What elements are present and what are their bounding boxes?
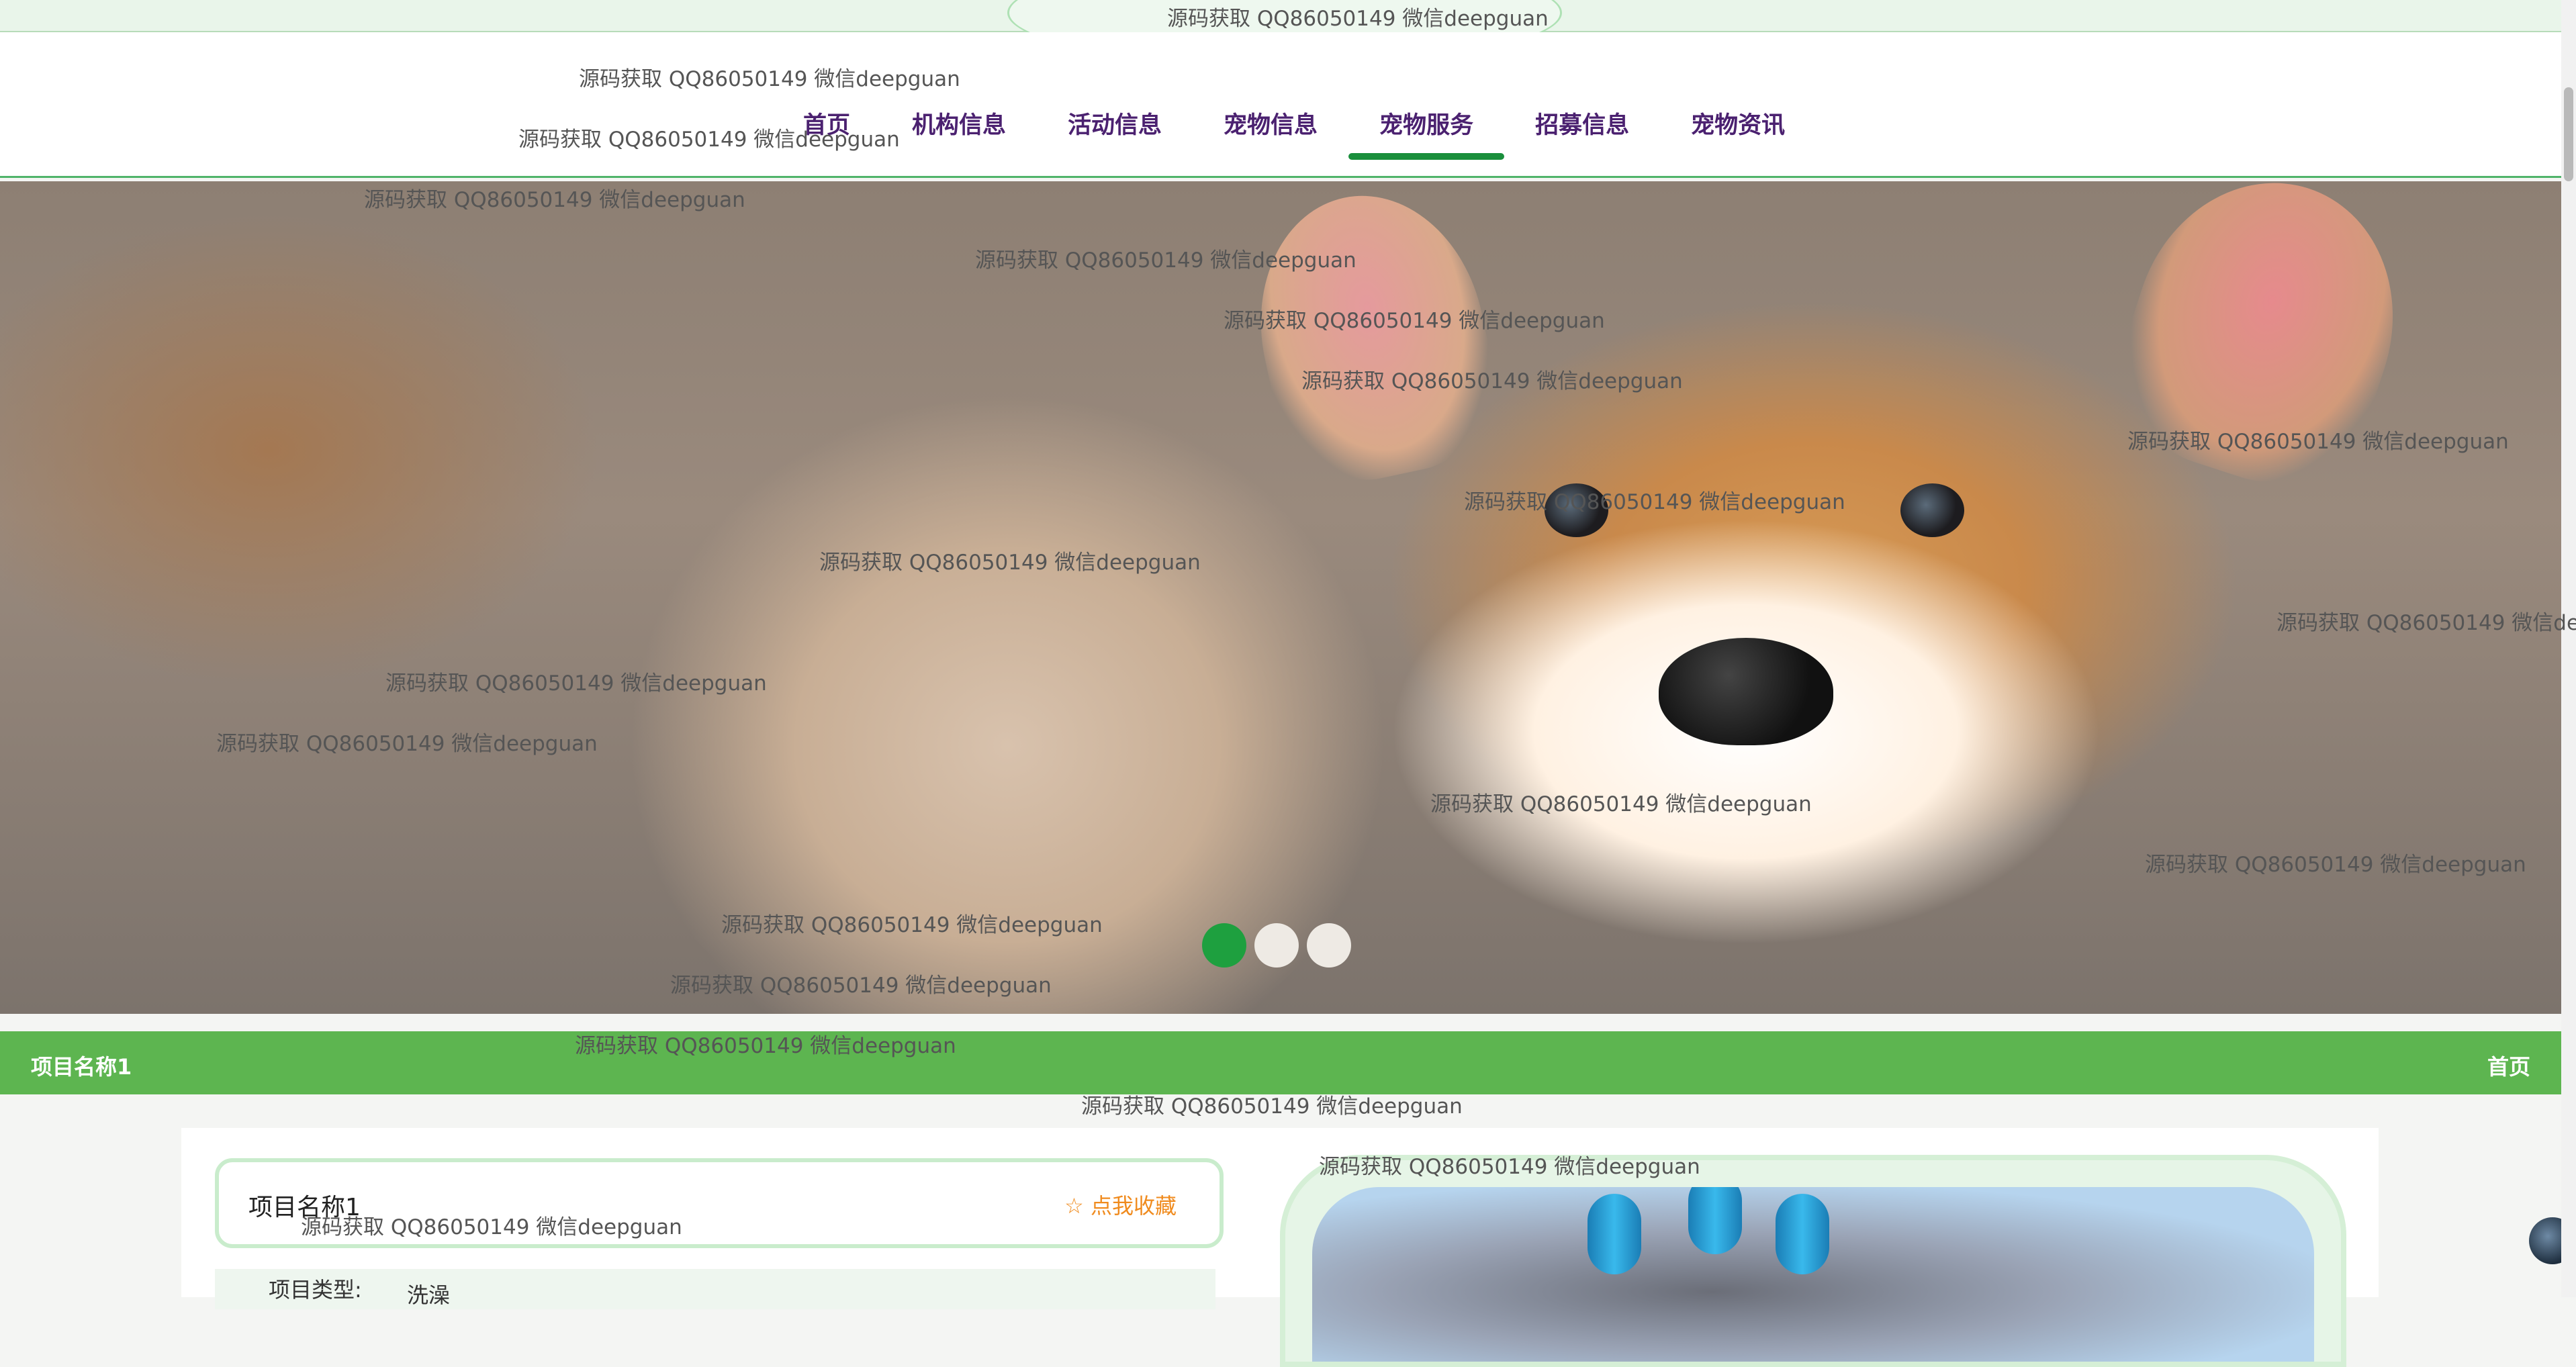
breadcrumb-home-link[interactable]: 首页 xyxy=(2487,1050,2530,1081)
watermark: 源码获取 QQ86050149 微信deepguan xyxy=(518,128,900,152)
detail-image-frame xyxy=(1280,1155,2346,1367)
nav-item-pet-services[interactable]: 宠物服务 xyxy=(1348,106,1505,160)
field-label-type: 项目类型: xyxy=(269,1277,362,1303)
watermark: 源码获取 QQ86050149 微信deepguan xyxy=(579,67,960,91)
watermark: 源码获取 QQ86050149 微信deepguan xyxy=(301,1215,682,1239)
watermark: 源码获取 QQ86050149 微信deepguan xyxy=(2145,853,2526,877)
scrollbar-thumb[interactable] xyxy=(2564,87,2573,181)
favorite-button[interactable]: ☆ 点我收藏 xyxy=(1064,1189,1177,1220)
page-scrollbar[interactable] xyxy=(2561,0,2576,1297)
image-curler xyxy=(1588,1194,1641,1274)
watermark: 源码获取 QQ86050149 微信deepguan xyxy=(721,913,1103,937)
watermark: 源码获取 QQ86050149 微信deepguan xyxy=(1167,7,1549,31)
watermark: 源码获取 QQ86050149 微信deepguan xyxy=(1464,490,1845,514)
watermark: 源码获取 QQ86050149 微信deepguan xyxy=(2276,611,2576,635)
carousel-dot-1[interactable] xyxy=(1202,923,1246,968)
nav-item-recruitment[interactable]: 招募信息 xyxy=(1504,106,1660,160)
carousel-dot-3[interactable] xyxy=(1307,923,1351,968)
nav-item-activities[interactable]: 活动信息 xyxy=(1037,106,1193,160)
nav-item-institutions[interactable]: 机构信息 xyxy=(881,106,1037,160)
watermark: 源码获取 QQ86050149 微信deepguan xyxy=(575,1034,956,1058)
nav-item-pet-news[interactable]: 宠物资讯 xyxy=(1660,106,1816,160)
watermark: 源码获取 QQ86050149 微信deepguan xyxy=(1081,1094,1463,1119)
image-curler xyxy=(1776,1194,1829,1274)
carousel-pagination xyxy=(1202,923,1351,968)
banner-dog-nose xyxy=(1659,638,1833,745)
site-header: 首页 机构信息 活动信息 宠物信息 宠物服务 招募信息 宠物资讯 xyxy=(0,32,2561,178)
watermark: 源码获取 QQ86050149 微信deepguan xyxy=(819,551,1201,575)
detail-field-type: 项目类型: 洗澡 xyxy=(215,1269,1215,1309)
image-curler xyxy=(1688,1187,1742,1254)
breadcrumb-bar: 项目名称1 首页 xyxy=(0,1031,2561,1094)
field-value-type: 洗澡 xyxy=(407,1282,451,1308)
watermark: 源码获取 QQ86050149 微信deepguan xyxy=(1430,792,1812,816)
detail-image xyxy=(1312,1187,2314,1362)
nav-item-pets[interactable]: 宠物信息 xyxy=(1193,106,1348,160)
watermark: 源码获取 QQ86050149 微信deepguan xyxy=(216,732,598,756)
main-nav: 首页 机构信息 活动信息 宠物信息 宠物服务 招募信息 宠物资讯 xyxy=(772,106,1816,160)
watermark: 源码获取 QQ86050149 微信deepguan xyxy=(2127,430,2509,454)
watermark: 源码获取 QQ86050149 微信deepguan xyxy=(1224,309,1605,333)
banner-dog-ear-left xyxy=(1235,181,1512,497)
watermark: 源码获取 QQ86050149 微信deepguan xyxy=(670,974,1052,998)
watermark: 源码获取 QQ86050149 微信deepguan xyxy=(1301,369,1683,393)
carousel-dot-2[interactable] xyxy=(1254,923,1299,968)
watermark: 源码获取 QQ86050149 微信deepguan xyxy=(364,188,745,212)
banner-dog-ear-right xyxy=(2096,181,2430,509)
watermark: 源码获取 QQ86050149 微信deepguan xyxy=(385,671,767,696)
banner-dog-eye-right xyxy=(1900,483,1964,537)
breadcrumb-current: 项目名称1 xyxy=(31,1054,132,1080)
watermark: 源码获取 QQ86050149 微信deepguan xyxy=(1319,1155,1700,1179)
watermark: 源码获取 QQ86050149 微信deepguan xyxy=(975,248,1356,273)
